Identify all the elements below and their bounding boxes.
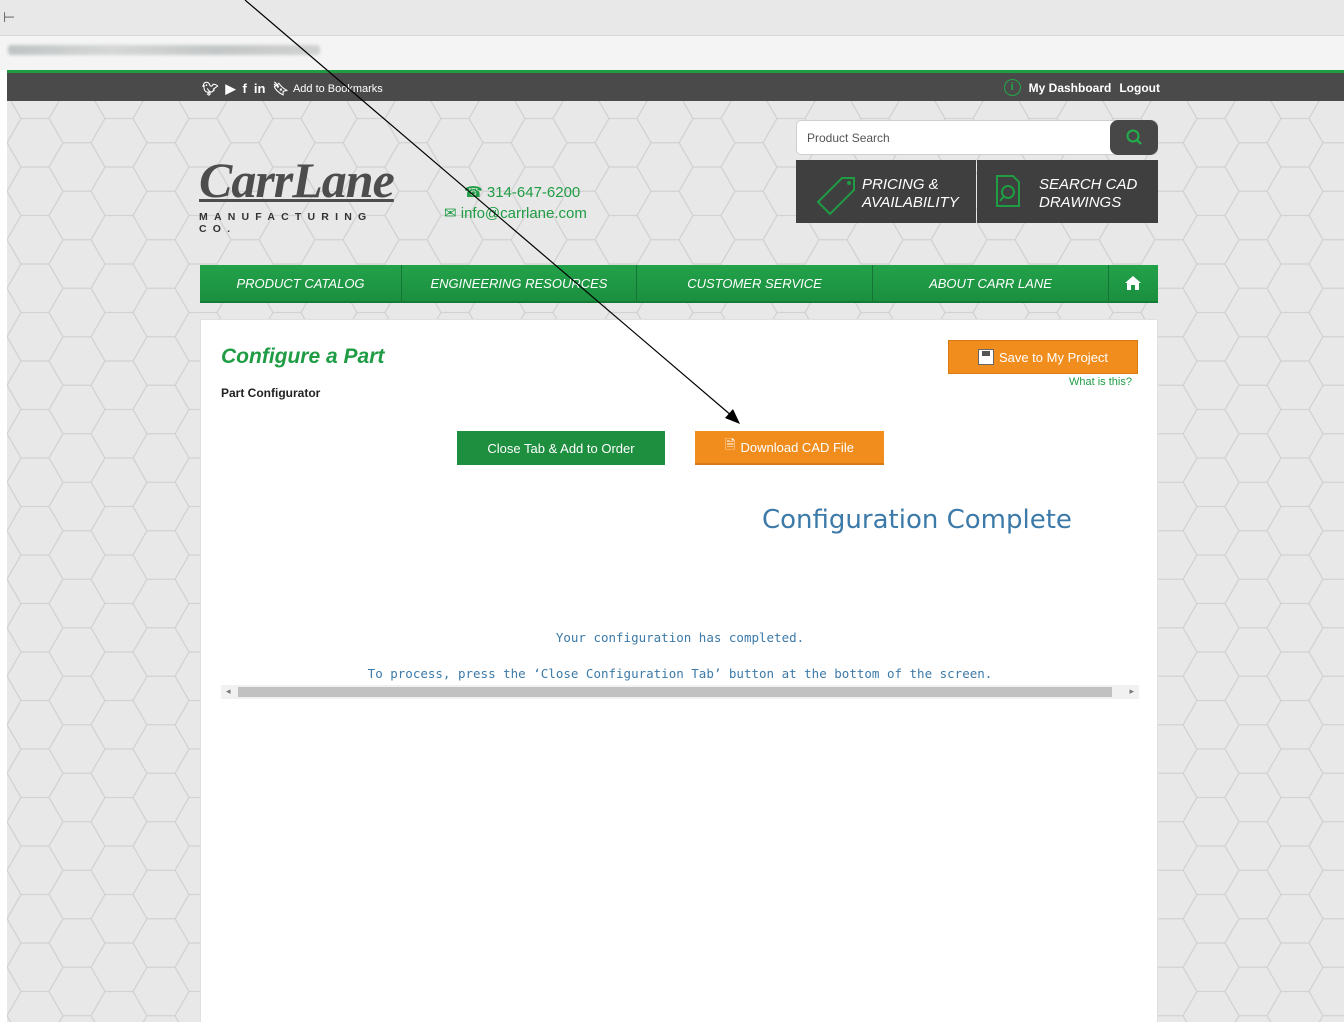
cad-search-icon — [996, 175, 1020, 207]
price-tag-icon — [816, 177, 855, 216]
download-button-label: Download CAD File — [740, 439, 854, 455]
youtube-icon[interactable]: ▶ — [226, 82, 236, 96]
nav-engineering-resources[interactable]: ENGINEERING RESOURCES — [402, 265, 637, 301]
page-subtitle: Part Configurator — [221, 386, 321, 400]
file-icon: 🗎 — [725, 438, 736, 453]
logout-link[interactable]: Logout — [1119, 81, 1160, 95]
facebook-icon[interactable]: f — [243, 82, 247, 96]
site-page: 🐦︎ ▶ f in 🔖︎ Add to Bookmarks i My Dashb… — [7, 70, 1344, 1022]
scroll-left-arrow-icon[interactable]: ◂ — [226, 686, 231, 697]
scrollbar-thumb[interactable] — [238, 687, 1112, 697]
nav-about-carr-lane[interactable]: ABOUT CARR LANE — [873, 265, 1109, 301]
social-links: 🐦︎ ▶ f in 🔖︎ Add to Bookmarks — [202, 82, 383, 96]
browser-tab-strip: ⊢ — [0, 0, 1344, 36]
main-nav: PRODUCT CATALOG ENGINEERING RESOURCES CU… — [200, 265, 1158, 303]
nav-product-catalog[interactable]: PRODUCT CATALOG — [200, 265, 402, 301]
save-to-project-button[interactable]: Save to My Project — [948, 340, 1138, 374]
save-button-label: Save to My Project — [998, 349, 1109, 365]
email-icon: ✉ — [444, 205, 457, 222]
pricing-availability-tile[interactable]: PRICING & AVAILABILITY — [796, 160, 976, 223]
home-icon — [1125, 276, 1141, 290]
tab-edge-icon: ⊢ — [3, 10, 16, 26]
download-cad-file-button[interactable]: 🗎 Download CAD File — [695, 431, 884, 465]
email-link[interactable]: ✉ info@carrlane.com — [444, 203, 587, 224]
account-links: i My Dashboard Logout — [1003, 79, 1160, 96]
search-icon — [1126, 129, 1142, 145]
phone-number: 314-647-6200 — [486, 184, 581, 201]
configuration-instruction: To process, press the ‘Close Configurati… — [367, 666, 993, 681]
phone-link[interactable]: ☎ 314-647-6200 — [444, 182, 587, 203]
pricing-tile-label: PRICING & AVAILABILITY — [862, 176, 959, 211]
logo-wordmark: CarrLane — [199, 152, 395, 208]
what-is-this-link[interactable]: What is this? — [1069, 376, 1132, 388]
contact-info: ☎ 314-647-6200 ✉ info@carrlane.com — [444, 182, 587, 224]
cad-tile-label: SEARCH CAD DRAWINGS — [1039, 176, 1138, 211]
product-search — [796, 120, 1158, 155]
info-icon[interactable]: i — [1003, 79, 1021, 96]
product-search-input[interactable] — [807, 131, 1097, 145]
email-address: info@carrlane.com — [460, 205, 587, 222]
twitter-icon[interactable]: 🐦︎ — [202, 82, 219, 96]
my-dashboard-link[interactable]: My Dashboard — [1029, 81, 1112, 95]
search-button[interactable] — [1110, 120, 1158, 155]
save-disk-icon — [977, 349, 994, 365]
content-panel: Configure a Part Part Configurator Save … — [200, 319, 1158, 1022]
configuration-message: Your configuration has completed. — [555, 630, 805, 645]
add-to-bookmarks-link[interactable]: Add to Bookmarks — [293, 83, 383, 95]
home-button[interactable] — [1109, 265, 1157, 301]
page-title: Configure a Part — [221, 345, 385, 368]
linkedin-icon[interactable]: in — [254, 82, 266, 96]
address-url-blurred — [8, 45, 320, 55]
bookmark-icon[interactable]: 🔖︎ — [272, 82, 289, 96]
phone-icon: ☎ — [464, 184, 483, 201]
scroll-right-arrow-icon[interactable]: ▸ — [1129, 686, 1134, 697]
close-tab-add-to-order-button[interactable]: Close Tab & Add to Order — [457, 431, 665, 465]
horizontal-scrollbar[interactable]: ◂ ▸ — [221, 685, 1139, 699]
browser-address-bar[interactable] — [0, 36, 1344, 70]
configuration-complete-heading: Configuration Complete — [762, 505, 1072, 535]
carr-lane-logo[interactable]: CarrLane MANUFACTURING CO. — [199, 155, 414, 235]
nav-customer-service[interactable]: CUSTOMER SERVICE — [637, 265, 873, 301]
search-cad-tile[interactable]: SEARCH CAD DRAWINGS — [977, 160, 1158, 223]
logo-subtitle: MANUFACTURING CO. — [199, 211, 373, 235]
top-utility-bar: 🐦︎ ▶ f in 🔖︎ Add to Bookmarks i My Dashb… — [7, 70, 1344, 101]
